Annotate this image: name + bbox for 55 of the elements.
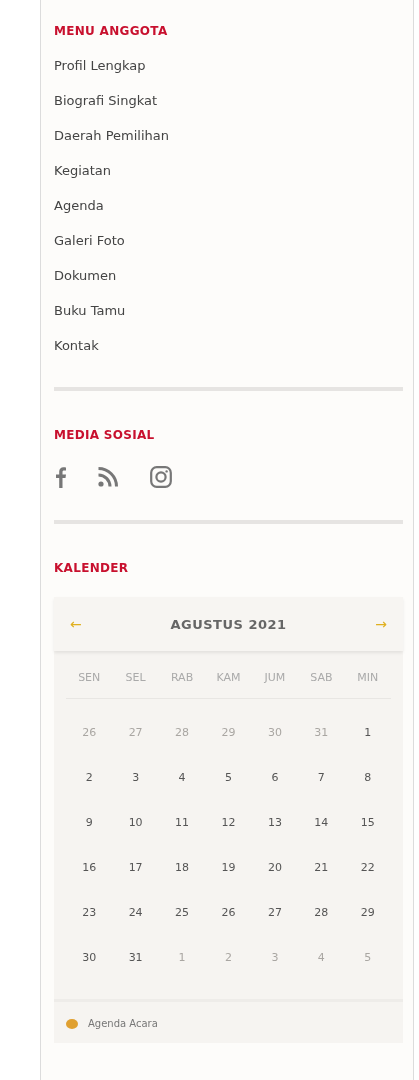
- weekday-label: MIN: [344, 651, 391, 699]
- menu-link[interactable]: Kegiatan: [54, 162, 403, 180]
- calendar-day[interactable]: 20: [251, 858, 299, 903]
- calendar-day[interactable]: 17: [112, 858, 159, 903]
- calendar-day[interactable]: 24: [112, 903, 159, 948]
- instagram-icon[interactable]: [150, 466, 172, 488]
- legend-label: Agenda Acara: [88, 1018, 158, 1029]
- section-heading: KALENDER: [54, 561, 130, 575]
- weekday-label: RAB: [158, 651, 206, 699]
- calendar-day[interactable]: 4: [158, 768, 206, 813]
- calendar-day[interactable]: 6: [251, 768, 299, 813]
- calendar-day[interactable]: 19: [205, 858, 252, 903]
- calendar-day[interactable]: 18: [158, 858, 206, 903]
- calendar-day[interactable]: 7: [298, 768, 345, 813]
- weekday-label: SEN: [66, 651, 113, 699]
- rss-icon[interactable]: [98, 467, 118, 487]
- weekday-label: SEL: [112, 651, 159, 699]
- menu-link[interactable]: Agenda: [54, 197, 403, 215]
- calendar-day[interactable]: 23: [66, 903, 113, 948]
- weekday-label: SAB: [298, 651, 345, 699]
- calendar-day[interactable]: 16: [66, 858, 113, 903]
- section-heading: MENU ANGGOTA: [54, 24, 169, 38]
- calendar-day[interactable]: 10: [112, 813, 159, 858]
- weekday-label: JUM: [251, 651, 299, 699]
- calendar-day[interactable]: 8: [344, 768, 391, 813]
- calendar-day[interactable]: 14: [298, 813, 345, 858]
- menu-link[interactable]: Profil Lengkap: [54, 57, 403, 75]
- calendar-day[interactable]: 5: [205, 768, 252, 813]
- calendar-day[interactable]: 3: [112, 768, 159, 813]
- section-heading: MEDIA SOSIAL: [54, 428, 156, 442]
- calendar-day[interactable]: 27: [251, 903, 299, 948]
- menu-link[interactable]: Dokumen: [54, 267, 403, 285]
- calendar-day[interactable]: 13: [251, 813, 299, 858]
- menu-link[interactable]: Daerah Pemilihan: [54, 127, 403, 145]
- calendar-day[interactable]: 12: [205, 813, 252, 858]
- month-title: AGUSTUS 2021: [170, 616, 287, 632]
- menu-link[interactable]: Galeri Foto: [54, 232, 403, 250]
- weekday-label: KAM: [205, 651, 252, 699]
- menu-link[interactable]: Kontak: [54, 337, 403, 355]
- calendar-day[interactable]: 25: [158, 903, 206, 948]
- calendar-day[interactable]: 21: [298, 858, 345, 903]
- calendar-day[interactable]: 15: [344, 813, 391, 858]
- calendar-day[interactable]: 31: [112, 948, 159, 993]
- calendar-day[interactable]: 2: [66, 768, 113, 813]
- calendar-day[interactable]: 9: [66, 813, 113, 858]
- menu-link[interactable]: Buku Tamu: [54, 302, 403, 320]
- calendar-day[interactable]: 1: [344, 723, 391, 768]
- calendar-day[interactable]: 29: [344, 903, 391, 948]
- calendar-day[interactable]: 22: [344, 858, 391, 903]
- calendar-day[interactable]: 30: [66, 948, 113, 993]
- calendar-day[interactable]: 26: [205, 903, 252, 948]
- menu-link[interactable]: Biografi Singkat: [54, 92, 403, 110]
- facebook-icon[interactable]: [56, 466, 66, 488]
- calendar-day[interactable]: 11: [158, 813, 206, 858]
- calendar-day[interactable]: 28: [298, 903, 345, 948]
